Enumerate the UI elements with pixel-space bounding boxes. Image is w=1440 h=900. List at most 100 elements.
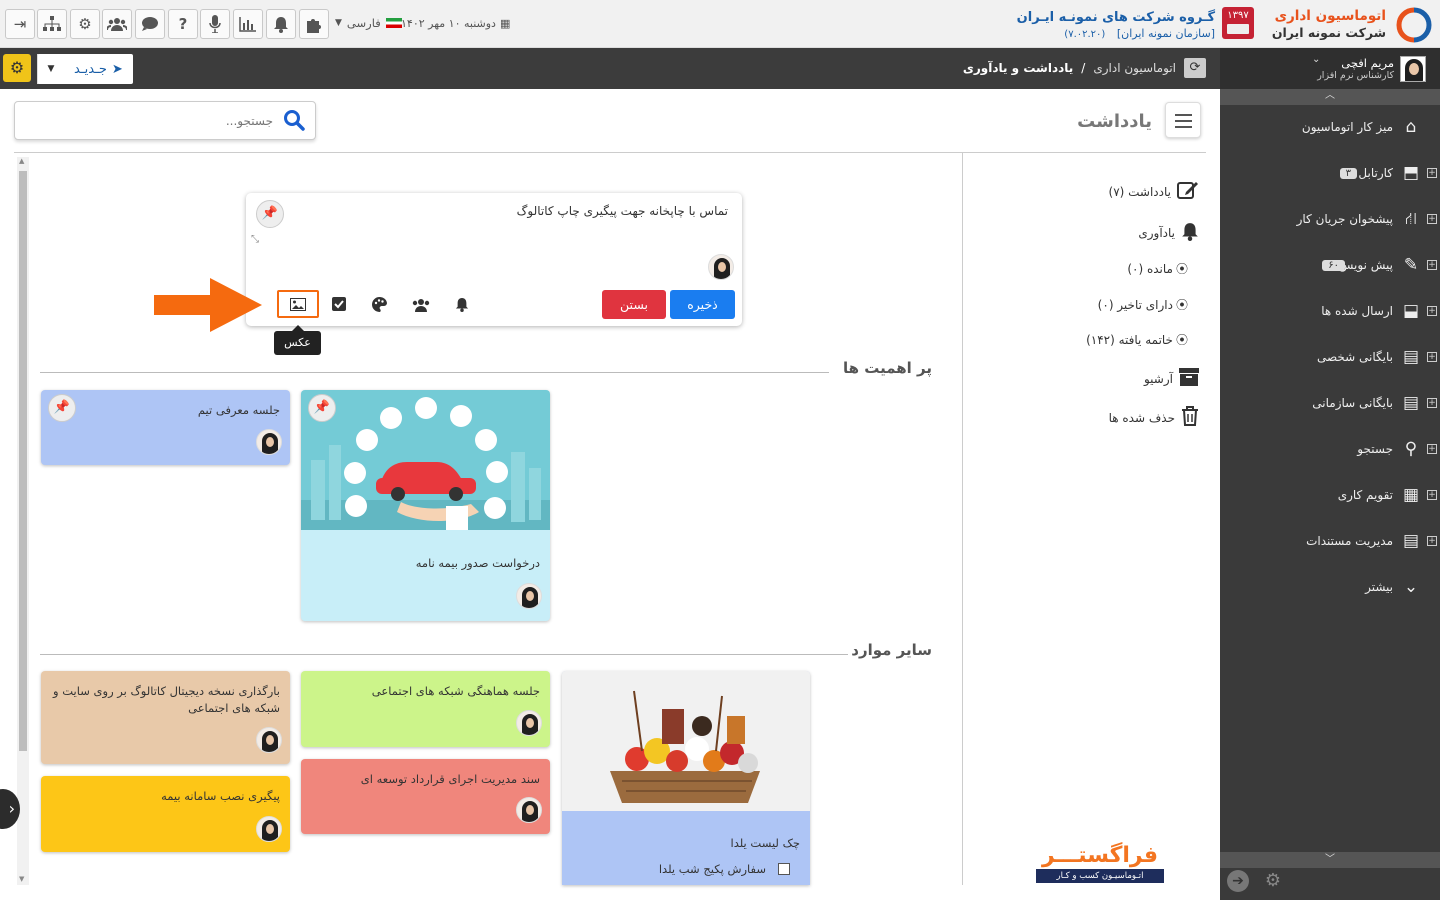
notes-menu-item[interactable]: یادداشت (۷) xyxy=(1109,180,1200,203)
expand-icon[interactable]: + xyxy=(1427,444,1437,454)
sidebar-item-0[interactable]: ⌂ میز کار اتوماسیون xyxy=(1220,105,1440,151)
finished-menu-item[interactable]: ⦿ خاتمه یافته (۱۴۲) xyxy=(1086,331,1188,348)
expand-icon[interactable]: + xyxy=(1427,214,1437,224)
expand-icon[interactable]: + xyxy=(1427,398,1437,408)
note-card[interactable]: بارگذاری نسخه دیجیتال کاتالوگ بر روی سای… xyxy=(41,671,290,764)
sidebar-item-9[interactable]: ▤ مدیریت مستندات + xyxy=(1220,519,1440,565)
sidebar-item-label: بیشتر xyxy=(1365,580,1393,594)
expand-icon[interactable]: + xyxy=(1427,168,1437,178)
gear-icon[interactable]: ⚙ xyxy=(70,9,100,39)
breadcrumb: ⟳ اتوماسیون اداری / یادداشت و یادآوری xyxy=(963,58,1206,78)
note-card[interactable]: جلسه معرفی تیم 📌 xyxy=(41,390,290,465)
pin-icon[interactable]: 📌 xyxy=(308,394,336,422)
sidebar-item-6[interactable]: ▤ بایگانی سازمانی + xyxy=(1220,381,1440,427)
pin-icon[interactable]: 📌 xyxy=(48,394,76,422)
archive-menu-item[interactable]: آرشیو xyxy=(1144,368,1199,389)
refresh-icon[interactable]: ⟳ xyxy=(1184,58,1206,78)
toolbar: ⚙ ▼ ➤ جـدیـد ⟳ اتوماسیون اداری / یادداشت… xyxy=(0,48,1220,89)
sidebar-settings-icon[interactable]: ⚙ xyxy=(1262,870,1284,892)
count-badge: ۶۰ xyxy=(1322,260,1345,271)
avatar xyxy=(516,583,542,609)
user-menu-chevron-icon[interactable]: ⌄ xyxy=(1312,54,1320,65)
search-icon: ⚲ xyxy=(1404,439,1418,459)
section-divider xyxy=(40,372,829,373)
scroll-down-icon[interactable]: ﹀ xyxy=(1220,852,1440,868)
expand-icon[interactable]: + xyxy=(1427,536,1437,546)
puzzle-icon[interactable] xyxy=(299,9,329,39)
avatar xyxy=(1400,56,1426,82)
save-button[interactable]: ذخیره xyxy=(670,290,735,319)
avatar xyxy=(516,710,542,736)
composer-text[interactable]: تماس با چاپخانه جهت پیگیری چاپ کاتالوگ xyxy=(517,204,728,218)
scroll-up-icon[interactable]: ︿ xyxy=(1220,89,1440,105)
home-icon: ⌂ xyxy=(1405,117,1417,137)
note-text: سند مدیریت اجرای قرارداد توسعه ای xyxy=(360,772,540,786)
sidebar-item-4[interactable]: ⬓ ارسال شده ها + xyxy=(1220,289,1440,335)
user-panel[interactable]: مریم افچی کارشناس نرم افزار ⌄ xyxy=(1220,48,1440,89)
expand-icon[interactable]: + xyxy=(1427,260,1437,270)
microphone-icon[interactable] xyxy=(200,9,230,39)
expand-icon[interactable]: + xyxy=(1427,490,1437,500)
users-icon[interactable] xyxy=(102,9,132,39)
collapse-sidebar-icon[interactable]: ➔ xyxy=(1227,870,1249,892)
search-input[interactable] xyxy=(25,110,273,132)
users-icon[interactable] xyxy=(411,298,431,312)
sidebar-item-label: ارسال شده ها xyxy=(1321,304,1393,318)
delayed-menu-item[interactable]: ⦿ دارای تاخیر (۰) xyxy=(1098,296,1188,313)
hamburger-menu-icon[interactable] xyxy=(1165,102,1201,138)
workflow-icon: ⛙ xyxy=(1405,209,1417,229)
sidebar-item-8[interactable]: ▦ تقویم کاری + xyxy=(1220,473,1440,519)
language-select[interactable]: ▼ فارسی xyxy=(335,16,402,30)
sidebar-item-2[interactable]: ⛙ پیشخوان جریان کار + xyxy=(1220,197,1440,243)
new-button[interactable]: ➤ جـدیـد xyxy=(64,54,133,84)
bell-icon[interactable] xyxy=(455,297,469,312)
insurance-note-image xyxy=(301,390,550,530)
section-title-others: سایر موارد xyxy=(851,641,932,659)
remaining-menu-item[interactable]: ⦿ مانده (۰) xyxy=(1127,260,1188,277)
sidebar-item-7[interactable]: ⚲ جستجو + xyxy=(1220,427,1440,473)
note-card[interactable]: چک لیست یلدا سفارش پکیج شب یلدا xyxy=(562,671,810,885)
sidebar-item-label: بایگانی شخصی xyxy=(1317,350,1393,364)
bell-icon[interactable] xyxy=(266,9,296,39)
sidebar-item-10[interactable]: ⌄ بیشتر xyxy=(1220,565,1440,611)
deleted-menu-item[interactable]: حذف شده ها xyxy=(1109,406,1199,429)
org-archive-icon: ▤ xyxy=(1402,393,1420,413)
note-card[interactable]: پیگیری نصب سامانه بیمه xyxy=(41,776,290,852)
reminders-menu-item[interactable]: یادآوری xyxy=(1138,222,1199,244)
help-icon[interactable]: ? xyxy=(168,9,198,39)
image-button[interactable] xyxy=(277,290,319,318)
scrollbar[interactable]: ▲ ▼ xyxy=(17,157,29,885)
pin-icon[interactable]: 📌 xyxy=(256,200,284,228)
sidebar-item-label: پیش نویس xyxy=(1338,258,1393,272)
note-card[interactable]: سند مدیریت اجرای قرارداد توسعه ای xyxy=(301,759,550,834)
checkbox[interactable] xyxy=(778,863,790,875)
resize-handle-icon[interactable]: ⤡ xyxy=(251,234,259,245)
close-button[interactable]: بستن xyxy=(602,290,666,319)
avatar xyxy=(256,816,282,842)
sidebar-item-5[interactable]: ▤ بایگانی شخصی + xyxy=(1220,335,1440,381)
org-chart-icon[interactable] xyxy=(37,9,67,39)
settings-gears-icon[interactable]: ⚙ xyxy=(3,54,31,82)
new-button-group: ▼ ➤ جـدیـد xyxy=(37,54,133,84)
note-card[interactable]: 📌 درخواست صدور بیمه نامه xyxy=(301,390,550,621)
company-brand: اتوماسیون اداری xyxy=(1274,8,1386,24)
new-dropdown-toggle[interactable]: ▼ xyxy=(37,54,64,84)
checkbox-list-icon[interactable] xyxy=(332,297,346,311)
section-title-important: پر اهمیت ها xyxy=(842,359,932,377)
expand-icon[interactable]: + xyxy=(1427,306,1437,316)
palette-icon[interactable] xyxy=(372,296,387,312)
draft-icon: ✎ xyxy=(1403,255,1419,275)
sidebar-item-1[interactable]: ⬒ کارتابل ۳ + xyxy=(1220,151,1440,197)
user-name: مریم افچی xyxy=(1341,56,1394,70)
chart-icon[interactable] xyxy=(233,9,263,39)
sidebar-item-3[interactable]: ✎ پیش نویس ۶۰ + xyxy=(1220,243,1440,289)
chat-icon[interactable] xyxy=(135,9,165,39)
breadcrumb-separator: / xyxy=(1081,61,1086,75)
company-logo-text: اتوماسیون اداری شرکت نمونه ایران xyxy=(1272,8,1386,40)
note-card[interactable]: جلسه هماهنگی شبکه های اجتماعی xyxy=(301,671,550,747)
sidebar-item-label: کارتابل xyxy=(1358,166,1393,180)
expand-icon[interactable]: + xyxy=(1427,352,1437,362)
exit-icon[interactable]: ⇥ xyxy=(5,9,35,39)
search-icon[interactable] xyxy=(283,109,305,134)
breadcrumb-root[interactable]: اتوماسیون اداری xyxy=(1093,61,1176,75)
